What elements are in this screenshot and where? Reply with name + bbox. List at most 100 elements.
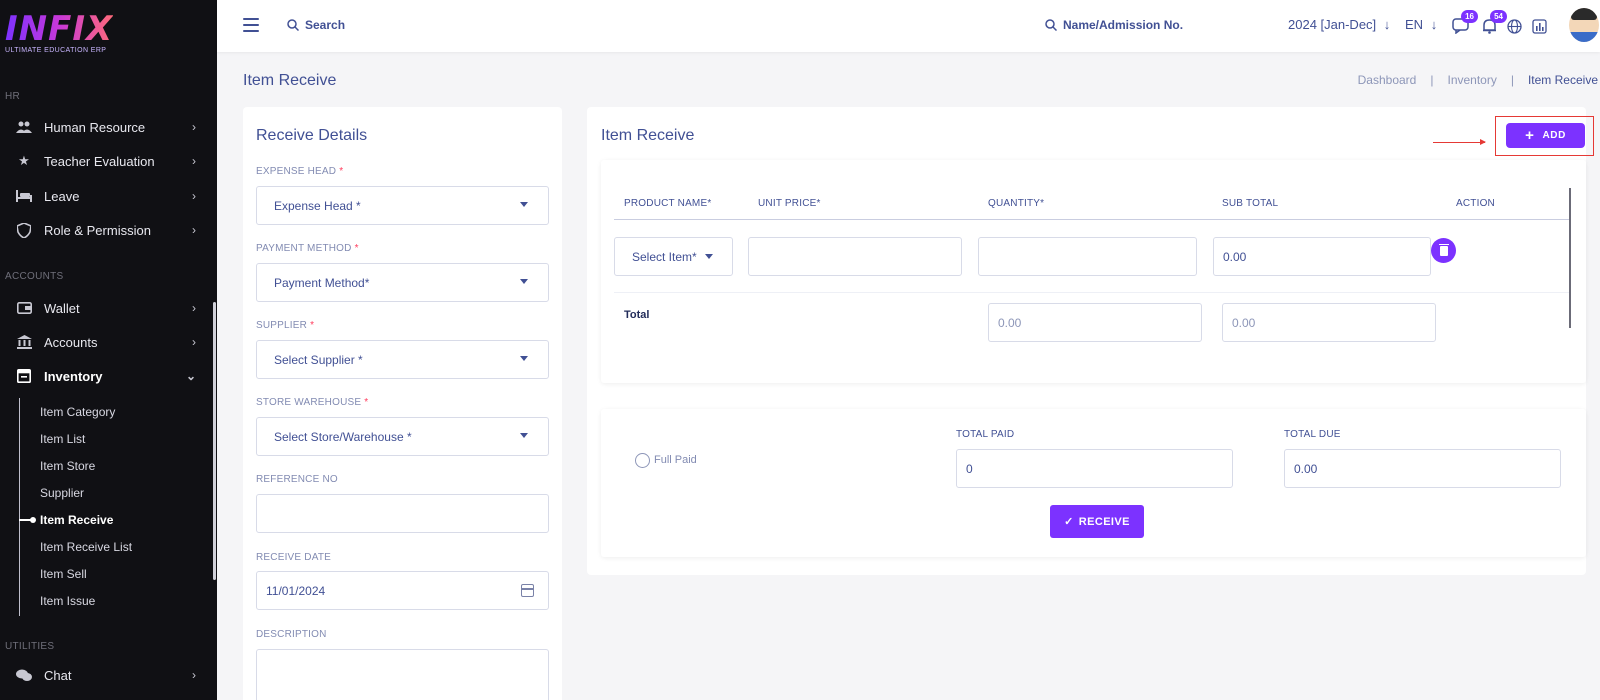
payment-method-select[interactable]: Payment Method* <box>256 263 549 302</box>
page-title: Item Receive <box>243 72 337 89</box>
receive-button[interactable]: ✓ RECEIVE <box>1050 505 1144 538</box>
sub-total-input[interactable]: 0.00 <box>1213 237 1431 276</box>
chevron-right-icon: › <box>192 301 196 315</box>
add-item-button[interactable]: + ADD <box>1506 123 1585 148</box>
total-paid-input[interactable]: 0 <box>956 449 1233 488</box>
receive-date-input[interactable]: 11/01/2024 <box>256 571 549 610</box>
submenu-guide-line <box>19 398 20 616</box>
unit-price-input[interactable] <box>748 237 962 276</box>
chevron-right-icon: › <box>192 223 196 237</box>
sidebar-item-label: Role & Permission <box>44 222 151 238</box>
chevron-right-icon: › <box>192 189 196 203</box>
total-due-label: TOTAL DUE <box>1284 429 1341 440</box>
receive-details-title: Receive Details <box>256 127 368 144</box>
globe-icon <box>1506 18 1522 34</box>
reference-no-label: REFERENCE NO <box>256 474 338 485</box>
total-due-input[interactable]: 0.00 <box>1284 449 1561 488</box>
sidebar-item-leave[interactable]: Leave › <box>0 181 210 211</box>
item-receive-card: Item Receive + ADD PRODUCT NAME* UNIT PR… <box>587 107 1594 575</box>
search-icon <box>287 19 299 31</box>
col-quantity: QUANTITY* <box>988 198 1045 209</box>
submenu-item-category[interactable]: Item Category <box>40 405 115 419</box>
col-sub-total: SUB TOTAL <box>1222 198 1279 209</box>
admission-search-label: Name/Admission No. <box>1063 18 1184 32</box>
admission-search[interactable]: Name/Admission No. <box>1045 18 1183 32</box>
expense-head-label: EXPENSE HEAD * <box>256 166 344 177</box>
caret-down-icon <box>520 202 528 207</box>
calendar-icon[interactable] <box>521 584 534 597</box>
breadcrumb-inventory[interactable]: Inventory <box>1447 73 1496 87</box>
notification-button[interactable]: 54 <box>1479 10 1507 36</box>
sidebar-scrollbar[interactable] <box>213 302 216 580</box>
inventory-icon <box>16 368 32 384</box>
expense-head-select[interactable]: Expense Head * <box>256 186 549 225</box>
search-label: Search <box>305 18 346 32</box>
sidebar-item-teacher-evaluation[interactable]: ★ Teacher Evaluation › <box>0 146 210 176</box>
sidebar-item-label: Chat <box>44 667 72 683</box>
plus-icon: + <box>1525 126 1535 144</box>
quantity-input[interactable] <box>978 237 1197 276</box>
items-table-card: PRODUCT NAME* UNIT PRICE* QUANTITY* SUB … <box>601 160 1586 383</box>
avatar[interactable] <box>1569 8 1599 42</box>
chevron-right-icon: › <box>192 668 196 682</box>
chevron-right-icon: › <box>192 120 196 134</box>
supplier-label: SUPPLIER * <box>256 320 315 331</box>
bank-icon <box>16 334 32 350</box>
description-textarea[interactable] <box>256 649 549 700</box>
full-paid-radio[interactable] <box>635 453 650 468</box>
chart-icon <box>1531 18 1547 34</box>
sidebar-item-chat[interactable]: Chat › <box>0 660 210 690</box>
item-receive-title: Item Receive <box>601 127 695 144</box>
caret-down-icon <box>704 254 713 259</box>
sidebar-item-accounts[interactable]: Accounts › <box>0 327 210 357</box>
session-value: 2024 [Jan-Dec] <box>1288 17 1377 32</box>
annotation-arrow-head <box>1480 139 1486 145</box>
delete-row-button[interactable] <box>1431 238 1456 263</box>
sidebar-item-inventory[interactable]: Inventory ⌄ <box>0 361 210 391</box>
reports-button[interactable] <box>1529 16 1549 36</box>
submenu-item-store[interactable]: Item Store <box>40 459 95 473</box>
language-selector[interactable]: EN ↓ <box>1405 17 1437 32</box>
annotation-arrow <box>1433 142 1485 143</box>
breadcrumb-dashboard[interactable]: Dashboard <box>1358 73 1417 87</box>
col-product-name: PRODUCT NAME* <box>624 198 712 209</box>
sidebar-item-role-permission[interactable]: Role & Permission › <box>0 215 210 245</box>
sidebar-item-label: Wallet <box>44 300 80 316</box>
arrow-down-icon: ↓ <box>1383 17 1391 32</box>
session-selector[interactable]: 2024 [Jan-Dec] ↓ <box>1288 17 1390 32</box>
sidebar-item-label: Leave <box>44 188 80 204</box>
sidebar-item-label: Accounts <box>44 334 98 350</box>
sidebar-item-label: Teacher Evaluation <box>44 153 155 169</box>
submenu-item-sell[interactable]: Item Sell <box>40 567 87 581</box>
reference-no-input[interactable] <box>256 494 549 533</box>
caret-down-icon <box>520 356 528 361</box>
arrow-down-icon: ↓ <box>1430 17 1438 32</box>
global-search[interactable]: Search <box>287 18 345 32</box>
wallet-icon <box>16 300 32 316</box>
submenu-supplier[interactable]: Supplier <box>40 486 84 500</box>
brand-logo[interactable]: INFIX ULTIMATE EDUCATION ERP <box>5 12 113 54</box>
section-label-utilities: UTILITIES <box>5 641 55 652</box>
receive-details-card: Receive Details EXPENSE HEAD * Expense H… <box>243 107 562 700</box>
submenu-item-receive-list[interactable]: Item Receive List <box>40 540 132 554</box>
store-warehouse-select[interactable]: Select Store/Warehouse * <box>256 417 549 456</box>
sidebar-item-wallet[interactable]: Wallet › <box>0 293 210 323</box>
website-button[interactable] <box>1504 16 1524 36</box>
menu-toggle-icon[interactable] <box>243 18 259 32</box>
payment-method-label: PAYMENT METHOD * <box>256 243 359 254</box>
full-paid-label[interactable]: Full Paid <box>654 454 697 466</box>
product-select[interactable]: Select Item* <box>614 237 733 276</box>
submenu-item-list[interactable]: Item List <box>40 432 85 446</box>
submenu-item-issue[interactable]: Item Issue <box>40 594 95 608</box>
search-icon <box>1045 19 1057 31</box>
supplier-select[interactable]: Select Supplier * <box>256 340 549 379</box>
table-scrollbar[interactable] <box>1569 188 1571 328</box>
col-unit-price: UNIT PRICE* <box>758 198 821 209</box>
sidebar-item-human-resource[interactable]: Human Resource › <box>0 112 210 142</box>
language-value: EN <box>1405 17 1424 32</box>
total-paid-label: TOTAL PAID <box>956 429 1015 440</box>
submenu-item-receive[interactable]: Item Receive <box>40 513 113 527</box>
store-warehouse-label: STORE WAREHOUSE * <box>256 397 369 408</box>
message-button[interactable]: 16 <box>1450 10 1478 36</box>
total-label: Total <box>624 309 650 321</box>
